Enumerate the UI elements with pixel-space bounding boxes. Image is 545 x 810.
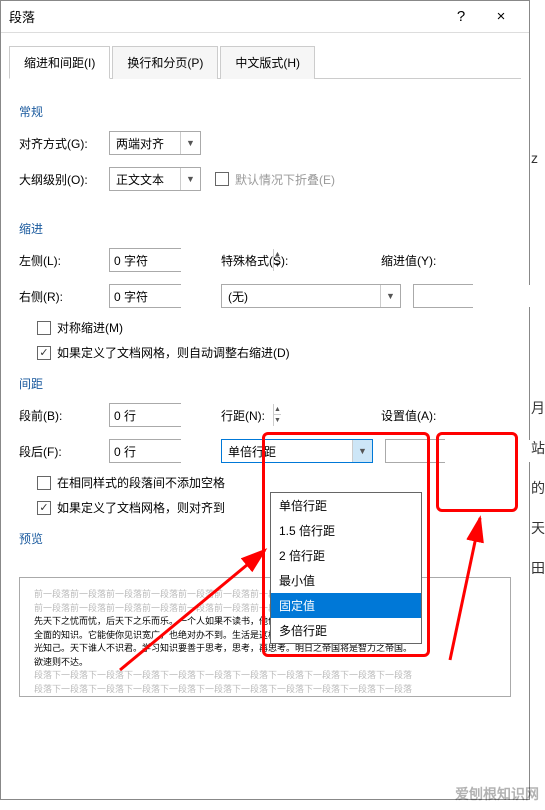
after-spinner[interactable]: ▲ ▼: [109, 439, 181, 463]
alignment-value: 两端对齐: [110, 135, 180, 152]
section-preview: 预览: [19, 530, 511, 547]
mirror-indent-label: 对称缩进(M): [57, 319, 123, 336]
chevron-down-icon[interactable]: ▼: [380, 285, 400, 307]
grid-align-row: 如果定义了文档网格，则对齐到: [19, 499, 511, 516]
row-outline: 大纲级别(O): 正文文本 ▼ 默认情况下折叠(E): [19, 166, 511, 192]
dropdown-option-single[interactable]: 单倍行距: [271, 493, 421, 518]
watermark: 爱刨根知识网: [455, 784, 539, 804]
before-label: 段前(B):: [19, 407, 109, 424]
section-general: 常规: [19, 103, 511, 120]
no-space-label: 在相同样式的段落间不添加空格: [57, 474, 225, 491]
close-button[interactable]: ×: [481, 3, 521, 31]
side-char: 的: [531, 468, 543, 508]
tab-asian[interactable]: 中文版式(H): [220, 46, 315, 79]
grid-indent-label: 如果定义了文档网格，则自动调整右缩进(D): [57, 344, 290, 361]
before-spinner[interactable]: ▲ ▼: [109, 403, 181, 427]
line-spacing-select[interactable]: 单倍行距 ▼: [221, 439, 373, 463]
preview-text: 先天下之忧而忧，后天下之乐而乐。一个人如果不读书，他便无法知晓前人的智慧，也将无…: [34, 615, 496, 629]
outline-value: 正文文本: [110, 171, 180, 188]
row-after: 段后(F): ▲ ▼ 单倍行距 ▼ ▲ ▼: [19, 438, 511, 464]
mirror-indent-checkbox[interactable]: [37, 321, 51, 335]
side-char: 天: [531, 508, 543, 548]
special-format-label: 特殊格式(S):: [221, 252, 321, 269]
grid-align-checkbox[interactable]: [37, 501, 51, 515]
tab-label: 中文版式(H): [235, 56, 300, 70]
dropdown-option-fixed[interactable]: 固定值: [271, 593, 421, 618]
row-before: 段前(B): ▲ ▼ 行距(N): 设置值(A):: [19, 402, 511, 428]
alignment-label: 对齐方式(G):: [19, 135, 109, 152]
dialog-title: 段落: [9, 7, 441, 26]
indent-value-label: 缩进值(Y):: [381, 252, 456, 269]
dialog-content: 常规 对齐方式(G): 两端对齐 ▼ 大纲级别(O): 正文文本 ▼ 默认情况下…: [1, 79, 529, 567]
preview-gray-line: 段落下一段落下一段落下一段落下一段落下一段落下一段落下一段落下一段落下一段落下一…: [34, 683, 496, 697]
grid-indent-checkbox[interactable]: [37, 346, 51, 360]
dropdown-option-1-5[interactable]: 1.5 倍行距: [271, 518, 421, 543]
tab-indent-spacing[interactable]: 缩进和间距(I): [9, 46, 110, 79]
mirror-indent-row: 对称缩进(M): [19, 319, 511, 336]
outline-label: 大纲级别(O):: [19, 171, 109, 188]
special-format-select[interactable]: (无) ▼: [221, 284, 401, 308]
row-alignment: 对齐方式(G): 两端对齐 ▼: [19, 130, 511, 156]
line-spacing-label: 行距(N):: [221, 407, 321, 424]
tab-label: 换行和分页(P): [127, 56, 203, 70]
indent-left-spinner[interactable]: ▲ ▼: [109, 248, 181, 272]
tab-label: 缩进和间距(I): [24, 56, 95, 70]
collapse-checkbox[interactable]: [215, 172, 229, 186]
no-space-checkbox[interactable]: [37, 476, 51, 490]
grid-align-label: 如果定义了文档网格，则对齐到: [57, 499, 225, 516]
preview-gray-line: 段落下一段落下一段落下一段落下一段落下一段落下一段落下一段落下一段落下一段落下一…: [34, 669, 496, 683]
chevron-down-icon[interactable]: ▼: [180, 168, 200, 190]
row-indent-right: 右侧(R): ▲ ▼ (无) ▼ ▲ ▼: [19, 283, 511, 309]
grid-indent-row: 如果定义了文档网格，则自动调整右缩进(D): [19, 344, 511, 361]
line-spacing-value: 单倍行距: [222, 443, 352, 460]
dropdown-option-double[interactable]: 2 倍行距: [271, 543, 421, 568]
preview-text: 光知己。天下谁人不识君。学习知识要善于思考，思考，再思考。明日之帝国将是智力之帝…: [34, 642, 496, 656]
side-char: 田: [531, 548, 543, 588]
special-format-value: (无): [222, 288, 380, 305]
preview-text: 全面的知识。它能使你见识宽广，也绝对办不到。生活是这样完整，活他一千辈子吧！莫开…: [34, 629, 496, 643]
no-space-row: 在相同样式的段落间不添加空格: [19, 474, 511, 491]
dropdown-option-min[interactable]: 最小值: [271, 568, 421, 593]
set-value-label: 设置值(A):: [381, 407, 456, 424]
preview-gray-line: 前一段落前一段落前一段落前一段落前一段落前一段落前一段落前一段落前一段落前一段落: [34, 588, 496, 602]
side-char: 站: [531, 428, 543, 468]
dropdown-option-multiple[interactable]: 多倍行距: [271, 618, 421, 643]
indent-value-input[interactable]: [414, 285, 545, 307]
set-value-input[interactable]: [386, 440, 545, 462]
line-spacing-dropdown: 单倍行距 1.5 倍行距 2 倍行距 最小值 固定值 多倍行距: [270, 492, 422, 644]
section-indent: 缩进: [19, 220, 511, 237]
side-char: z: [531, 138, 543, 178]
alignment-select[interactable]: 两端对齐 ▼: [109, 131, 201, 155]
help-button[interactable]: ?: [441, 3, 481, 31]
indent-right-spinner[interactable]: ▲ ▼: [109, 284, 181, 308]
chevron-down-icon[interactable]: ▼: [352, 440, 372, 462]
side-letters: z 月 站 的 天 田: [531, 138, 543, 588]
titlebar: 段落 ? ×: [1, 1, 529, 33]
indent-value-spinner[interactable]: ▲ ▼: [413, 284, 473, 308]
tabs-bar: 缩进和间距(I) 换行和分页(P) 中文版式(H): [9, 45, 521, 79]
outline-select[interactable]: 正文文本 ▼: [109, 167, 201, 191]
after-label: 段后(F):: [19, 443, 109, 460]
indent-right-label: 右侧(R):: [19, 288, 109, 305]
preview-gray-line: 前一段落前一段落前一段落前一段落前一段落前一段落前一段落前一段落前一段落前一段落: [34, 602, 496, 616]
section-spacing: 间距: [19, 375, 511, 392]
paragraph-dialog: 段落 ? × 缩进和间距(I) 换行和分页(P) 中文版式(H) 常规 对齐方式…: [0, 0, 530, 800]
side-char: 月: [531, 388, 543, 428]
indent-left-label: 左侧(L):: [19, 252, 109, 269]
row-indent-left: 左侧(L): ▲ ▼ 特殊格式(S): 缩进值(Y):: [19, 247, 511, 273]
tab-line-page[interactable]: 换行和分页(P): [112, 46, 218, 79]
set-value-spinner[interactable]: ▲ ▼: [385, 439, 445, 463]
chevron-down-icon[interactable]: ▼: [180, 132, 200, 154]
collapse-label: 默认情况下折叠(E): [235, 171, 335, 188]
preview-text: 欲速则不达。: [34, 656, 496, 670]
preview-box: 前一段落前一段落前一段落前一段落前一段落前一段落前一段落前一段落前一段落前一段落…: [19, 577, 511, 697]
